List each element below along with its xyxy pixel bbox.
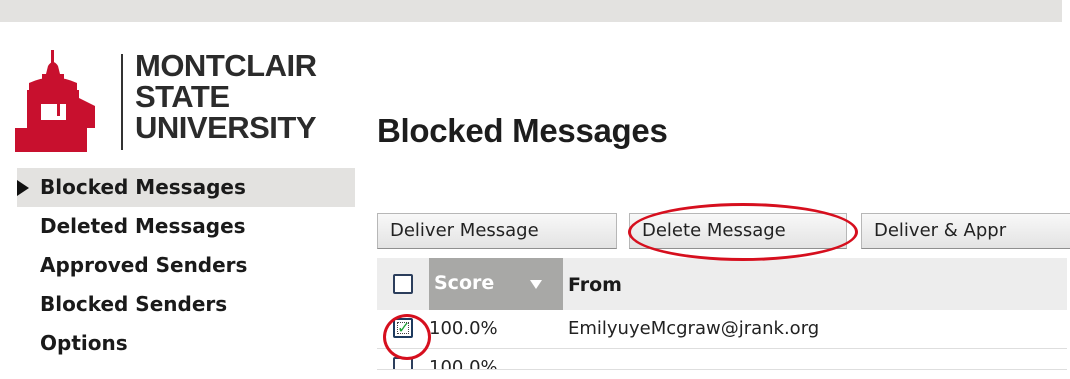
- sidebar-item-label: Options: [40, 331, 128, 355]
- sidebar-item-blocked-senders[interactable]: Blocked Senders: [17, 285, 355, 324]
- column-header-score[interactable]: Score: [429, 258, 563, 310]
- table-row[interactable]: ✓ 100.0% EmilyuyeMcgraw@jrank.org: [377, 310, 1067, 349]
- sidebar-item-blocked-messages[interactable]: Blocked Messages: [17, 168, 355, 207]
- score-header-label: Score: [434, 272, 495, 294]
- sort-descending-icon: [530, 280, 542, 289]
- select-all-checkbox[interactable]: [393, 274, 413, 294]
- sidebar-item-label: Blocked Senders: [40, 292, 228, 316]
- table-header: Score From: [377, 258, 1067, 310]
- delete-message-button[interactable]: Delete Message: [629, 213, 847, 249]
- column-header-from[interactable]: From: [563, 258, 1067, 310]
- checkmark-icon: ✓: [397, 318, 411, 337]
- logo-line-state: STATE: [135, 79, 230, 114]
- header-select-cell: [377, 258, 429, 310]
- logo-line-university: UNIVERSITY: [135, 110, 317, 145]
- deliver-message-button[interactable]: Deliver Message: [377, 213, 617, 249]
- row-checkbox[interactable]: [393, 357, 413, 369]
- logo-divider: [121, 54, 123, 150]
- row-from: EmilyuyeMcgraw@jrank.org: [568, 318, 820, 339]
- logo-line-montclair: MONTCLAIR: [135, 48, 317, 83]
- from-header-label: From: [568, 274, 622, 296]
- university-tower-icon: [15, 50, 95, 152]
- top-bar: [0, 0, 1062, 22]
- sidebar-item-options[interactable]: Options: [17, 324, 355, 363]
- sidebar-item-approved-senders[interactable]: Approved Senders: [17, 246, 355, 285]
- row-score: 100.0%: [429, 318, 498, 339]
- logo-wordmark: MONTCLAIR STATE UNIVERSITY: [135, 48, 317, 145]
- active-arrow-icon: [17, 180, 29, 196]
- sidebar-item-deleted-messages[interactable]: Deleted Messages: [17, 207, 355, 246]
- sidebar: Blocked Messages Deleted Messages Approv…: [17, 168, 355, 363]
- deliver-and-approve-button[interactable]: Deliver & Appr: [861, 213, 1070, 249]
- messages-table: Score From ✓ 100.0% EmilyuyeMcgraw@jrank…: [377, 258, 1067, 370]
- university-logo: MONTCLAIR STATE UNIVERSITY: [15, 50, 325, 160]
- row-score: 100.0%: [429, 357, 498, 370]
- sidebar-item-label: Blocked Messages: [40, 175, 246, 199]
- sidebar-item-label: Approved Senders: [40, 253, 248, 277]
- table-row[interactable]: 100.0%: [377, 349, 1067, 370]
- row-checkbox[interactable]: ✓: [393, 318, 413, 338]
- page-title: Blocked Messages: [377, 112, 668, 149]
- sidebar-item-label: Deleted Messages: [40, 214, 246, 238]
